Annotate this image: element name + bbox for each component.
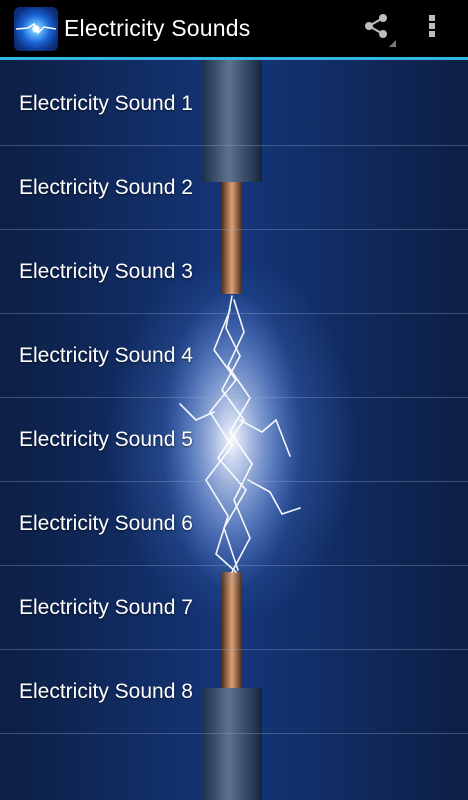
submenu-indicator-icon <box>389 39 396 47</box>
sound-label: Electricity Sound 6 <box>19 511 193 535</box>
sound-label: Electricity Sound 1 <box>19 91 193 115</box>
sound-list: Electricity Sound 1 Electricity Sound 2 … <box>0 62 468 734</box>
overflow-menu-icon <box>427 12 437 45</box>
overflow-menu-button[interactable] <box>404 1 460 57</box>
sound-label: Electricity Sound 5 <box>19 427 193 451</box>
share-button[interactable] <box>348 1 404 57</box>
sound-label: Electricity Sound 2 <box>19 175 193 199</box>
list-item[interactable]: Electricity Sound 7 <box>0 566 468 650</box>
sound-label: Electricity Sound 7 <box>19 595 193 619</box>
list-item[interactable]: Electricity Sound 2 <box>0 146 468 230</box>
sound-label: Electricity Sound 8 <box>19 679 193 703</box>
list-item[interactable]: Electricity Sound 4 <box>0 314 468 398</box>
share-icon <box>362 12 390 45</box>
lightning-app-icon[interactable] <box>14 6 58 51</box>
list-item[interactable]: Electricity Sound 1 <box>0 62 468 146</box>
list-item[interactable]: Electricity Sound 3 <box>0 230 468 314</box>
list-item[interactable]: Electricity Sound 5 <box>0 398 468 482</box>
list-item[interactable]: Electricity Sound 6 <box>0 482 468 566</box>
sound-label: Electricity Sound 4 <box>19 343 193 367</box>
action-bar: Electricity Sounds <box>0 0 468 60</box>
app-title: Electricity Sounds <box>64 15 251 41</box>
app-screen: Electricity Sounds Electricity Sound 1 E… <box>0 0 468 800</box>
list-item[interactable]: Electricity Sound 8 <box>0 650 468 734</box>
sound-label: Electricity Sound 3 <box>19 259 193 283</box>
